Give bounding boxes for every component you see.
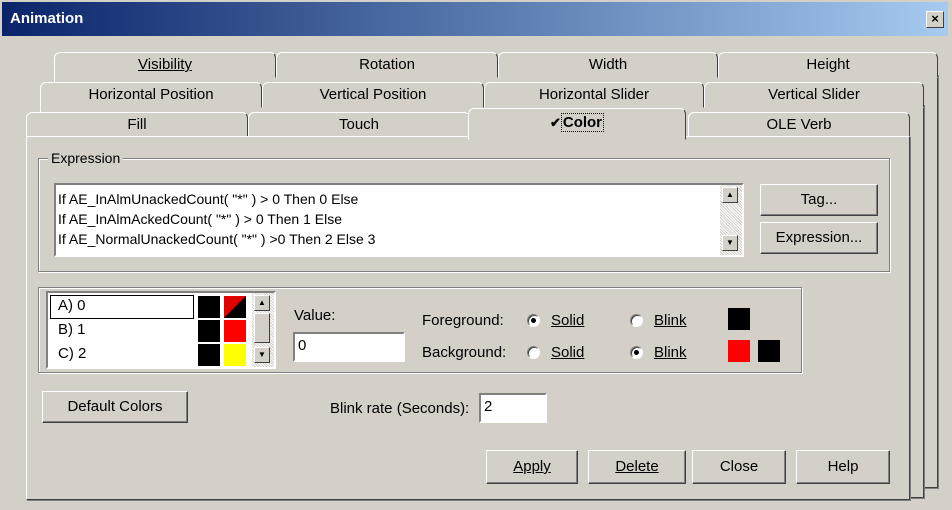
foreground-label: Foreground: xyxy=(422,312,504,329)
expression-scrollbar[interactable]: ▲ ▼ xyxy=(720,185,742,255)
expression-line-3: If AE_NormalUnackedCount( "*" ) >0 Then … xyxy=(58,231,376,247)
value-label: Value: xyxy=(294,307,336,324)
background-color-swatch[interactable] xyxy=(728,340,750,362)
scroll-thumb[interactable] xyxy=(254,313,270,343)
fg-color-swatch xyxy=(198,320,220,342)
help-button[interactable]: Help xyxy=(796,450,890,484)
list-item[interactable]: A) 0 xyxy=(48,295,248,319)
scroll-down-icon[interactable]: ▼ xyxy=(254,347,270,363)
foreground-color-swatch[interactable] xyxy=(728,308,750,330)
background-label: Background: xyxy=(422,344,507,361)
expression-line-2: If AE_InAlmAckedCount( "*" ) > 0 Then 1 … xyxy=(58,211,342,227)
apply-button[interactable]: Apply xyxy=(486,450,578,484)
background-blink-label: Blink xyxy=(654,344,687,361)
fg-color-swatch xyxy=(198,296,220,318)
list-scrollbar[interactable]: ▲ ▼ xyxy=(252,293,274,367)
blink-rate-label: Blink rate (Seconds): xyxy=(330,400,470,417)
color-tab-content: Expression If AE_InAlmUnackedCount( "*" … xyxy=(0,0,952,510)
animation-dialog: Animation × Visibility Rotation Width He… xyxy=(0,0,952,510)
bg-color-swatch xyxy=(224,320,246,342)
default-colors-button[interactable]: Default Colors xyxy=(42,391,188,423)
fg-color-swatch xyxy=(198,344,220,366)
value-input[interactable]: 0 xyxy=(293,332,405,362)
list-item[interactable]: C) 2 xyxy=(48,343,248,366)
blink-rate-input[interactable]: 2 xyxy=(479,393,547,423)
background-blink-radio[interactable] xyxy=(630,346,643,359)
foreground-solid-label: Solid xyxy=(551,312,585,329)
color-value-list[interactable]: A) 0 B) 1 C) 2 ▲ ▼ xyxy=(46,291,276,369)
expression-textarea[interactable]: If AE_InAlmUnackedCount( "*" ) > 0 Then … xyxy=(54,183,744,257)
background-solid-radio[interactable] xyxy=(527,346,540,359)
list-item[interactable]: B) 1 xyxy=(48,319,248,342)
foreground-blink-label: Blink xyxy=(654,312,687,329)
delete-button[interactable]: Delete xyxy=(588,450,686,484)
scroll-up-icon[interactable]: ▲ xyxy=(254,295,270,311)
scroll-up-icon[interactable]: ▲ xyxy=(722,187,738,203)
foreground-solid-radio[interactable] xyxy=(527,314,540,327)
expression-group-label: Expression xyxy=(48,150,124,166)
background-blink-color-swatch[interactable] xyxy=(758,340,780,362)
close-button[interactable]: Close xyxy=(692,450,786,484)
expression-line-1: If AE_InAlmUnackedCount( "*" ) > 0 Then … xyxy=(58,191,359,207)
bg-color-swatch xyxy=(224,344,246,366)
background-solid-label: Solid xyxy=(551,344,585,361)
foreground-blink-radio[interactable] xyxy=(630,314,643,327)
bg-color-swatch-blink xyxy=(224,296,246,318)
tag-button[interactable]: Tag... xyxy=(760,184,878,216)
scroll-down-icon[interactable]: ▼ xyxy=(722,235,738,251)
expression-button[interactable]: Expression... xyxy=(760,222,878,254)
